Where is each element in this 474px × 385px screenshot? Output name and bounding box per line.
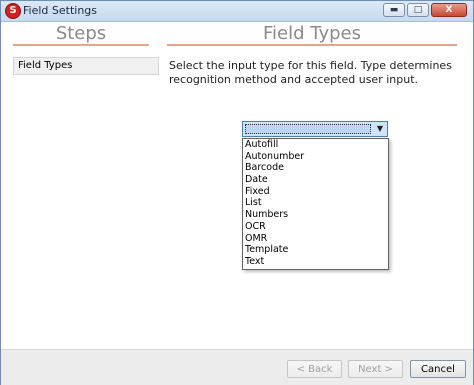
title-bar[interactable]: S Field Settings ▬ □ X (1, 1, 473, 22)
chevron-down-icon[interactable]: ▼ (373, 122, 387, 136)
field-settings-window: S Field Settings ▬ □ X Steps Field Types… (0, 0, 474, 385)
dropdown-selected-value (245, 124, 371, 134)
option-date[interactable]: Date (243, 174, 388, 186)
option-ocr[interactable]: OCR (243, 221, 388, 233)
minimize-button[interactable]: ▬ (383, 3, 405, 17)
window-title: Field Settings (23, 4, 98, 17)
option-omr[interactable]: OMR (243, 233, 388, 245)
option-barcode[interactable]: Barcode (243, 162, 388, 174)
footer-bar: < Back Next > Cancel (1, 349, 473, 385)
app-icon: S (5, 3, 21, 19)
field-type-options-list: Autofill Autonumber Barcode Date Fixed L… (242, 138, 389, 270)
field-types-heading: Field Types (263, 23, 361, 44)
steps-heading: Steps (55, 23, 107, 44)
maximize-button[interactable]: □ (407, 3, 429, 17)
option-template[interactable]: Template (243, 244, 388, 256)
next-button[interactable]: Next > (348, 360, 403, 378)
field-types-heading-underline (167, 44, 457, 46)
steps-heading-underline (13, 44, 149, 46)
option-fixed[interactable]: Fixed (243, 186, 388, 198)
step-item-field-types[interactable]: Field Types (13, 57, 159, 75)
option-autofill[interactable]: Autofill (243, 139, 388, 151)
option-list[interactable]: List (243, 197, 388, 209)
close-button[interactable]: X (431, 3, 467, 17)
option-autonumber[interactable]: Autonumber (243, 151, 388, 163)
window-controls: ▬ □ X (383, 3, 467, 17)
field-type-dropdown[interactable]: ▼ (242, 121, 388, 137)
back-button[interactable]: < Back (287, 360, 342, 378)
cancel-button[interactable]: Cancel (410, 360, 466, 378)
instruction-text: Select the input type for this field. Ty… (169, 59, 452, 86)
option-text[interactable]: Text (243, 256, 388, 268)
option-numbers[interactable]: Numbers (243, 209, 388, 221)
